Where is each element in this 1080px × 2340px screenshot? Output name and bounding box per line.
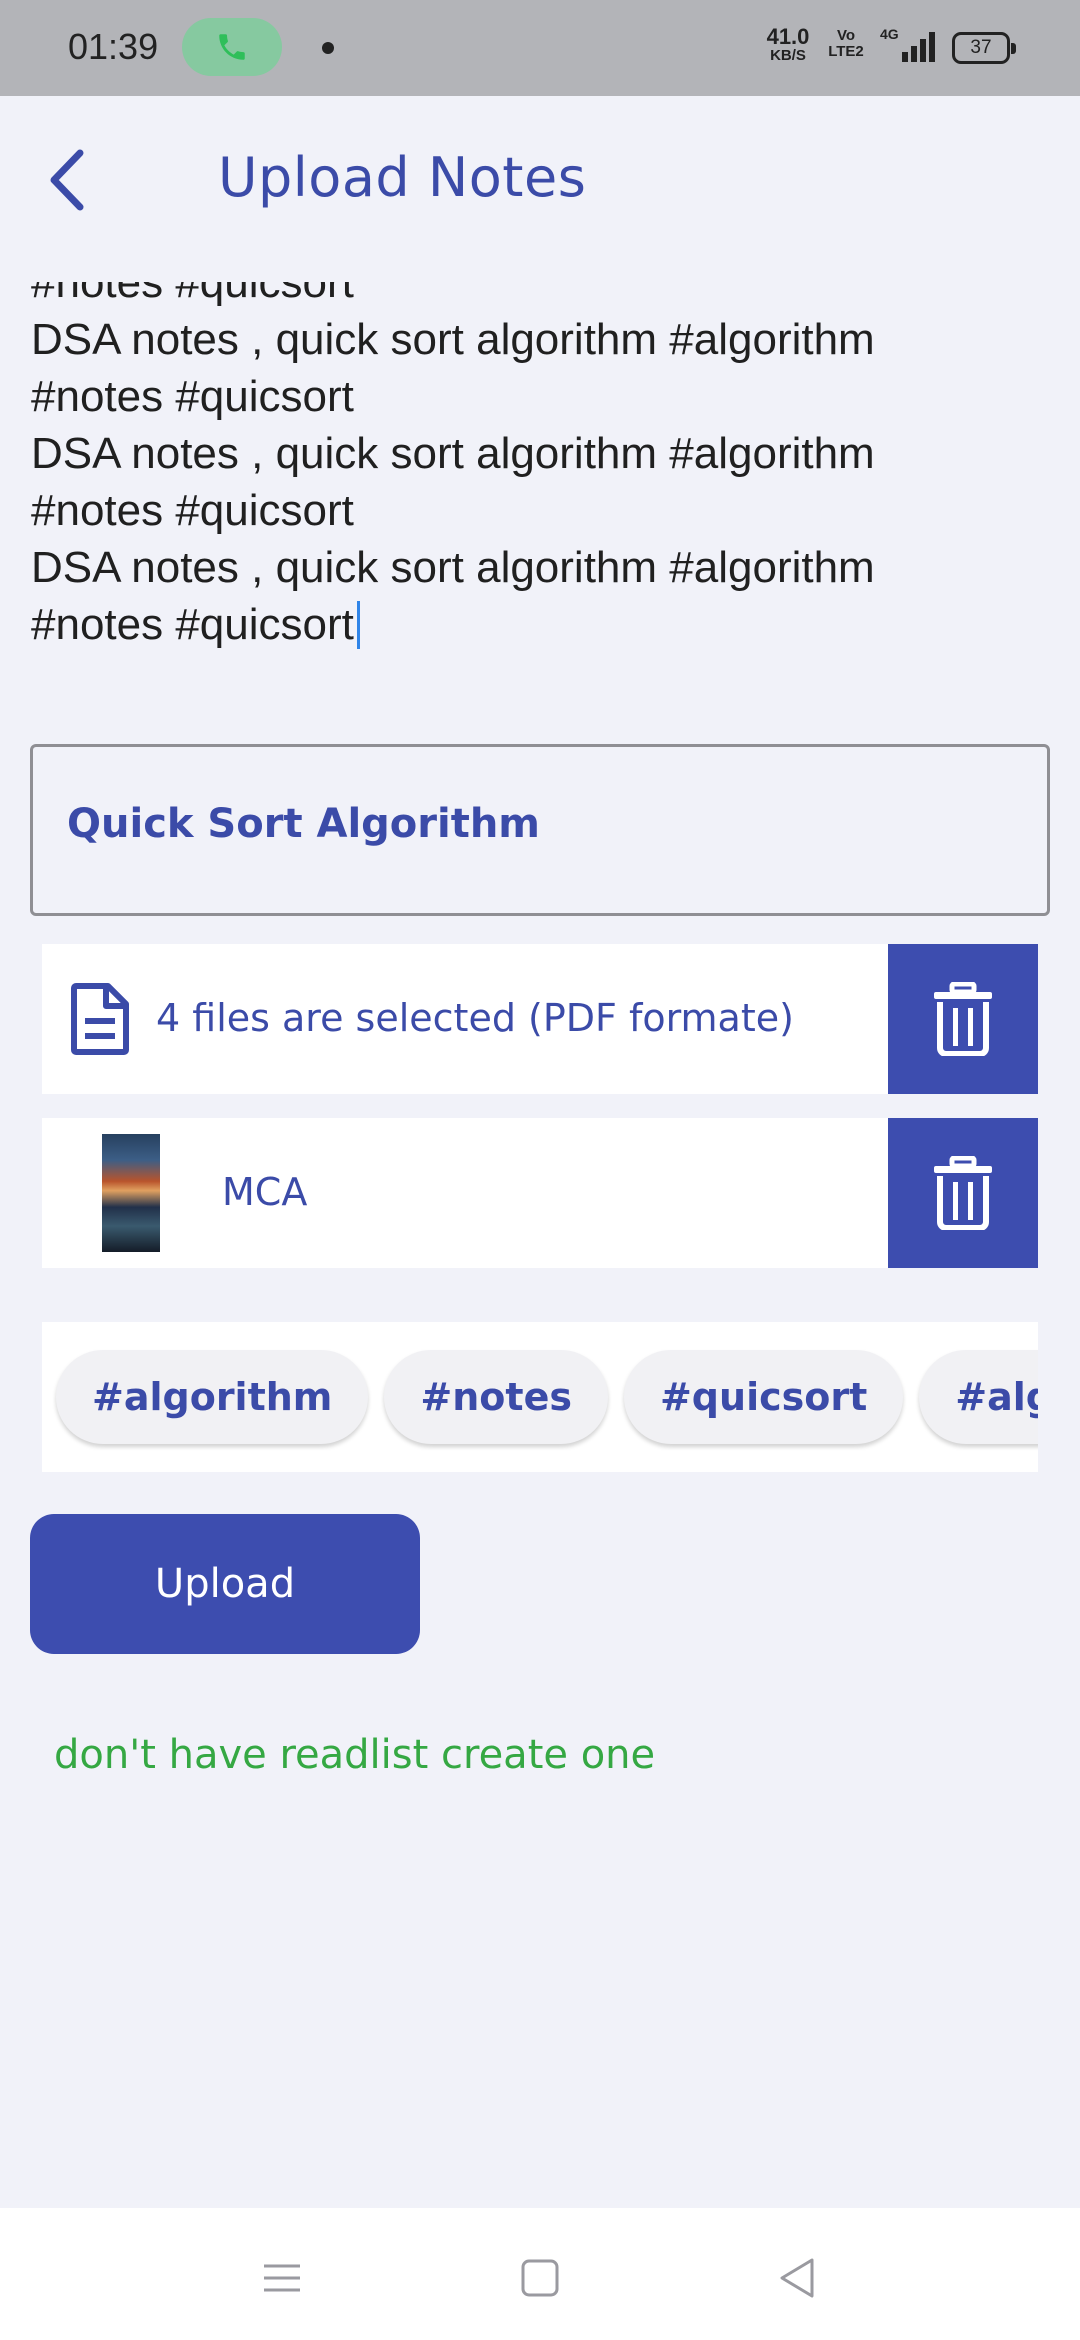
status-bar: 01:39 41.0 KB/S Vo LTE2 4G 37 <box>0 0 1080 96</box>
nav-menu-button[interactable] <box>252 2248 312 2308</box>
triangle-back-icon <box>780 2258 814 2298</box>
create-readlist-link[interactable]: don't have readlist create one <box>54 1732 655 1778</box>
selected-files-row[interactable]: 4 files are selected (PDF formate) <box>42 944 1038 1094</box>
nav-back-button[interactable] <box>768 2248 828 2308</box>
title-field-value: Quick Sort Algorithm <box>67 801 540 847</box>
volte-line2: LTE2 <box>828 42 864 60</box>
readlist-thumbnail <box>102 1134 160 1252</box>
system-nav-bar <box>0 2208 1080 2340</box>
description-input[interactable]: #notes #quicsort DSA notes , quick sort … <box>0 282 1080 680</box>
title-field[interactable]: Quick Sort Algorithm <box>30 744 1050 916</box>
description-value: #notes #quicsort DSA notes , quick sort … <box>31 282 875 649</box>
network-speed-unit: KB/S <box>770 47 806 64</box>
back-button[interactable] <box>36 142 96 218</box>
tag-chip[interactable]: #algorithm <box>56 1350 369 1444</box>
signal-strength: 4G <box>880 26 940 66</box>
tags-list[interactable]: #algorithm #notes #quicsort #algorithm <box>42 1322 1038 1472</box>
battery-level: 37 <box>970 37 992 58</box>
signal-type-label: 4G <box>880 26 899 42</box>
description-text: #notes #quicsort DSA notes , quick sort … <box>31 282 1051 653</box>
phone-icon <box>219 34 245 60</box>
battery-indicator: 37 <box>952 32 1016 64</box>
readlist-label: MCA <box>222 1170 308 1214</box>
network-speed-value: 41.0 <box>766 24 810 49</box>
readlist-row[interactable]: MCA <box>42 1118 1038 1268</box>
text-caret <box>356 601 360 649</box>
delete-files-button[interactable] <box>888 944 1038 1094</box>
status-time: 01:39 <box>68 26 159 67</box>
trash-icon <box>934 1156 992 1230</box>
tag-chip[interactable]: #algorithm <box>919 1350 1038 1444</box>
menu-icon <box>264 2264 300 2292</box>
tag-chip[interactable]: #notes <box>384 1350 608 1444</box>
page-title: Upload Notes <box>218 146 587 209</box>
network-speed: 41.0 KB/S <box>762 24 814 64</box>
upload-button[interactable]: Upload <box>30 1514 420 1654</box>
chevron-left-icon <box>50 149 84 211</box>
volte-line1: Vo <box>836 27 856 44</box>
ongoing-call-indicator[interactable] <box>182 18 282 76</box>
document-icon <box>71 983 129 1055</box>
nav-home-button[interactable] <box>510 2248 570 2308</box>
trash-icon <box>934 982 992 1056</box>
tags-row: #algorithm #notes #quicsort #algorithm <box>56 1350 1038 1444</box>
delete-readlist-button[interactable] <box>888 1118 1038 1268</box>
square-home-icon <box>521 2259 559 2297</box>
selected-files-label: 4 files are selected (PDF formate) <box>156 996 794 1040</box>
notification-dot <box>322 42 334 54</box>
volte-indicator: Vo LTE2 <box>828 28 864 60</box>
tag-chip[interactable]: #quicsort <box>623 1350 904 1444</box>
